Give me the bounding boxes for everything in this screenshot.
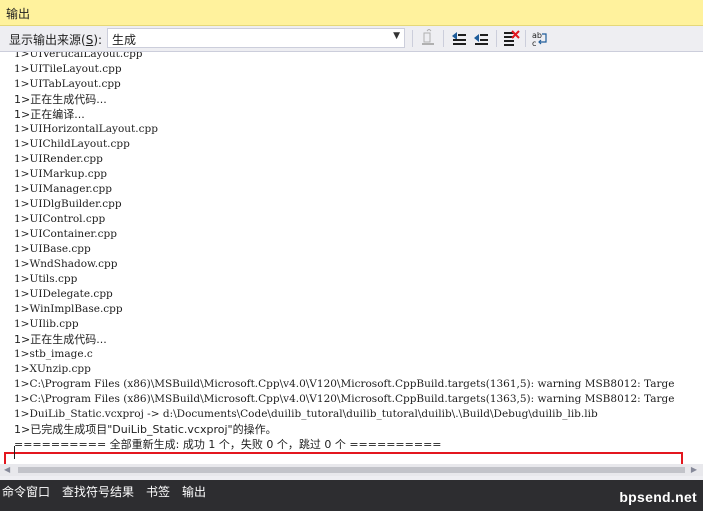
- toggle-word-wrap-icon[interactable]: ab c: [530, 29, 550, 48]
- output-line: 1>UITabLayout.cpp: [14, 78, 121, 90]
- chevron-down-icon[interactable]: ▼: [393, 31, 400, 41]
- output-line: 1>C:\Program Files (x86)\MSBuild\Microso…: [14, 393, 675, 405]
- output-line: 1>正在编译...: [14, 108, 85, 121]
- toolbar-separator: [496, 30, 497, 47]
- output-lines: 1>UIVerticalLayout.cpp 1>UITileLayout.cp…: [14, 51, 703, 452]
- text-caret: [14, 446, 15, 459]
- tab-command-window[interactable]: 命令窗口: [2, 483, 50, 500]
- scroll-right-icon[interactable]: ▶: [691, 465, 697, 474]
- output-window: 输出 显示输出来源(S): 生成 ▼ ab c 1>UIVerticalLayo…: [0, 0, 703, 511]
- highlight-box: [4, 452, 683, 464]
- go-to-next-message-icon[interactable]: [471, 29, 491, 48]
- toolbar-separator: [412, 30, 413, 47]
- source-label: 显示输出来源(S):: [9, 33, 103, 47]
- watermark-logo: bpsend.net: [619, 489, 697, 505]
- tab-bookmarks[interactable]: 书签: [146, 483, 170, 500]
- output-line: 1>UIlib.cpp: [14, 318, 79, 330]
- output-margin: [0, 52, 4, 464]
- clear-all-icon[interactable]: [501, 29, 521, 48]
- go-to-previous-message-icon[interactable]: [449, 29, 469, 48]
- horizontal-scrollbar[interactable]: ◀ ▶: [0, 464, 703, 476]
- output-line: 1>WndShadow.cpp: [14, 258, 118, 270]
- toolbar-separator: [525, 30, 526, 47]
- output-line: 1>UIMarkup.cpp: [14, 168, 108, 180]
- output-line: 1>UIBase.cpp: [14, 243, 91, 255]
- find-message-icon[interactable]: [419, 29, 439, 48]
- output-line: 1>UIRender.cpp: [14, 153, 103, 165]
- output-line: 1>UIChildLayout.cpp: [14, 138, 130, 150]
- bottom-tab-bar: 命令窗口 查找符号结果 书签 输出 bpsend.net: [0, 480, 703, 511]
- source-select-value: 生成: [112, 33, 137, 47]
- scroll-left-icon[interactable]: ◀: [4, 465, 10, 474]
- scrollbar-thumb[interactable]: [18, 467, 685, 473]
- tab-output[interactable]: 输出: [182, 483, 206, 500]
- output-line: 1>stb_image.c: [14, 348, 93, 360]
- output-line: 1>C:\Program Files (x86)\MSBuild\Microso…: [14, 378, 675, 390]
- output-line: 1>已完成生成项目"DuiLib_Static.vcxproj"的操作。: [14, 423, 277, 436]
- output-line: 1>UIVerticalLayout.cpp: [14, 51, 143, 60]
- toolbar-separator: [443, 30, 444, 47]
- output-line: 1>正在生成代码...: [14, 333, 107, 346]
- output-line: 1>Utils.cpp: [14, 273, 78, 285]
- output-line: 1>正在生成代码...: [14, 93, 107, 106]
- output-toolbar: 显示输出来源(S): 生成 ▼ ab c: [0, 26, 703, 51]
- output-line: 1>UIControl.cpp: [14, 213, 106, 225]
- output-line: 1>UIHorizontalLayout.cpp: [14, 123, 158, 135]
- svg-text:c: c: [532, 39, 536, 48]
- output-line: 1>UIDelegate.cpp: [14, 288, 113, 300]
- output-line: 1>UIManager.cpp: [14, 183, 112, 195]
- tab-find-symbol-results[interactable]: 查找符号结果: [62, 483, 134, 500]
- title-bar[interactable]: 输出: [0, 0, 703, 26]
- source-select[interactable]: 生成 ▼: [107, 28, 405, 48]
- output-line: 1>UIContainer.cpp: [14, 228, 117, 240]
- output-line: 1>WinImplBase.cpp: [14, 303, 123, 315]
- highlighted-output-line: 1>DuiLib_Static.vcxproj -> d:\Documents\…: [14, 408, 598, 420]
- output-line: 1>UIDlgBuilder.cpp: [14, 198, 122, 210]
- window-title: 输出: [6, 7, 31, 21]
- output-line: 1>XUnzip.cpp: [14, 363, 91, 375]
- output-text-area[interactable]: 1>UIVerticalLayout.cpp 1>UITileLayout.cp…: [0, 51, 703, 464]
- build-summary-line: ========== 全部重新生成: 成功 1 个，失败 0 个，跳过 0 个 …: [14, 438, 442, 451]
- output-line: 1>UITileLayout.cpp: [14, 63, 122, 75]
